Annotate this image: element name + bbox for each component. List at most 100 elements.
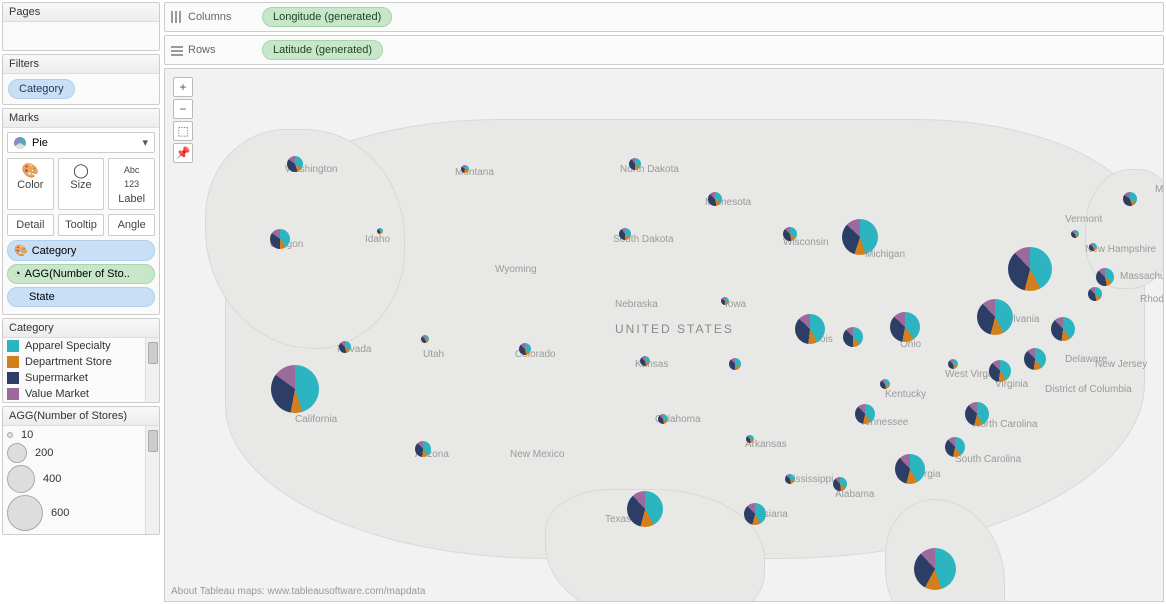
pie-mark[interactable] — [1051, 317, 1075, 341]
legend-swatch — [7, 340, 19, 352]
pie-mark[interactable] — [1008, 247, 1052, 291]
size-legend: AGG(Number of Stores) 10200400600 — [2, 406, 160, 535]
pie-mark[interactable] — [746, 435, 754, 443]
legend-item[interactable]: Value Market — [3, 386, 145, 402]
size-icon: ◯ — [73, 163, 89, 177]
pie-mark[interactable] — [945, 437, 965, 457]
pie-mark[interactable] — [721, 297, 729, 305]
size-legend-header: AGG(Number of Stores) — [3, 407, 159, 426]
mark-type-select[interactable]: Pie ▾ — [7, 132, 155, 153]
pie-mark[interactable] — [287, 156, 303, 172]
pie-mark[interactable] — [377, 228, 383, 234]
map-state-label: Massachusetts — [1120, 271, 1164, 282]
pages-shelf[interactable]: Pages — [2, 2, 160, 51]
pie-mark[interactable] — [629, 158, 641, 170]
pie-mark[interactable] — [415, 441, 431, 457]
pie-mark[interactable] — [519, 343, 531, 355]
size-legend-scrollbar[interactable] — [145, 426, 159, 534]
map-state-label: Vermont — [1065, 214, 1102, 225]
zoom-in-button[interactable]: + — [173, 77, 193, 97]
chevron-down-icon: ▾ — [142, 136, 148, 149]
pie-mark[interactable] — [948, 359, 958, 369]
map-zoom-controls: + − ⬚ 📌 — [173, 77, 193, 163]
pie-mark[interactable] — [271, 365, 319, 413]
map-state-label: Utah — [423, 349, 444, 360]
label-icon: Abc123 — [124, 163, 140, 191]
map-state-label: District of Columbia — [1045, 384, 1132, 395]
pie-mark[interactable] — [880, 379, 890, 389]
pie-mark[interactable] — [1071, 230, 1079, 238]
mark-pill-color-category[interactable]: 🎨Category — [7, 240, 155, 261]
pie-mark[interactable] — [640, 356, 650, 366]
zoom-out-button[interactable]: − — [173, 99, 193, 119]
mark-size-button[interactable]: ◯Size — [58, 158, 105, 210]
pie-mark[interactable] — [895, 454, 925, 484]
rows-pill[interactable]: Latitude (generated) — [262, 40, 383, 60]
pie-mark[interactable] — [270, 229, 290, 249]
pie-mark[interactable] — [627, 491, 663, 527]
pie-mark[interactable] — [461, 165, 469, 173]
mark-color-button[interactable]: 🎨Color — [7, 158, 54, 210]
pie-mark[interactable] — [729, 358, 741, 370]
map-state-label: California — [295, 414, 337, 425]
mark-tooltip-button[interactable]: Tooltip — [58, 214, 105, 236]
columns-shelf[interactable]: Columns Longitude (generated) — [164, 2, 1164, 32]
pie-mark[interactable] — [855, 404, 875, 424]
color-icon: 🎨 — [14, 244, 28, 257]
pie-mark[interactable] — [890, 312, 920, 342]
filters-header: Filters — [3, 55, 159, 74]
map-state-label: Idaho — [365, 234, 390, 245]
map-state-label: Wyoming — [495, 264, 537, 275]
pie-mark[interactable] — [658, 414, 668, 424]
pie-mark[interactable] — [833, 477, 847, 491]
pie-mark[interactable] — [977, 299, 1013, 335]
pie-mark[interactable] — [989, 360, 1011, 382]
pie-mark[interactable] — [339, 341, 351, 353]
map-state-label: Kentucky — [885, 389, 926, 400]
right-panel: Columns Longitude (generated) Rows Latit… — [162, 0, 1166, 604]
pie-mark[interactable] — [708, 192, 722, 206]
legend-item[interactable]: Department Store — [3, 354, 145, 370]
mark-label-button[interactable]: Abc123Label — [108, 158, 155, 210]
map-state-label: Maine — [1155, 184, 1164, 195]
filters-shelf[interactable]: Filters Category — [2, 54, 160, 105]
mark-angle-button[interactable]: Angle — [108, 214, 155, 236]
mark-pill-angle-agg[interactable]: ◔AGG(Number of Sto.. — [7, 264, 155, 284]
pie-mark[interactable] — [783, 227, 797, 241]
pie-mark[interactable] — [1024, 348, 1046, 370]
pie-mark[interactable] — [1123, 192, 1137, 206]
map-state-label: New Jersey — [1095, 359, 1147, 370]
rows-shelf[interactable]: Rows Latitude (generated) — [164, 35, 1164, 65]
size-legend-item: 600 — [7, 494, 141, 532]
pie-mark[interactable] — [914, 548, 956, 590]
pie-mark[interactable] — [795, 314, 825, 344]
map-viz[interactable]: UNITED STATES WashingtonMontanaNorth Dak… — [164, 68, 1164, 602]
pie-mark[interactable] — [421, 335, 429, 343]
map-state-label: New Mexico — [510, 449, 564, 460]
marks-card: Marks Pie ▾ 🎨Color ◯Size Abc123Label Det… — [2, 108, 160, 315]
map-pin-button[interactable]: 📌 — [173, 143, 193, 163]
pie-mark[interactable] — [785, 474, 795, 484]
legend-item[interactable]: Supermarket — [3, 370, 145, 386]
legend-item[interactable]: Apparel Specialty — [3, 338, 145, 354]
pie-mark[interactable] — [744, 503, 766, 525]
filter-pill-category[interactable]: Category — [8, 79, 75, 99]
pie-mark[interactable] — [1096, 268, 1114, 286]
mark-pill-detail-state[interactable]: State — [7, 287, 155, 307]
pie-mark[interactable] — [619, 228, 631, 240]
map-country-label: UNITED STATES — [615, 322, 734, 336]
map-state-label: Rhode Island — [1140, 294, 1164, 305]
pie-mark[interactable] — [1089, 243, 1097, 251]
columns-pill[interactable]: Longitude (generated) — [262, 7, 392, 27]
rows-icon — [171, 44, 183, 56]
legend-swatch — [7, 356, 19, 368]
legend-scrollbar[interactable] — [145, 338, 159, 402]
pie-mark[interactable] — [842, 219, 878, 255]
zoom-area-button[interactable]: ⬚ — [173, 121, 193, 141]
pie-mark[interactable] — [843, 327, 863, 347]
angle-icon: ◔ — [14, 268, 21, 280]
pie-mark[interactable] — [965, 402, 989, 426]
legend-swatch — [7, 372, 19, 384]
mark-detail-button[interactable]: Detail — [7, 214, 54, 236]
pie-mark[interactable] — [1088, 287, 1102, 301]
